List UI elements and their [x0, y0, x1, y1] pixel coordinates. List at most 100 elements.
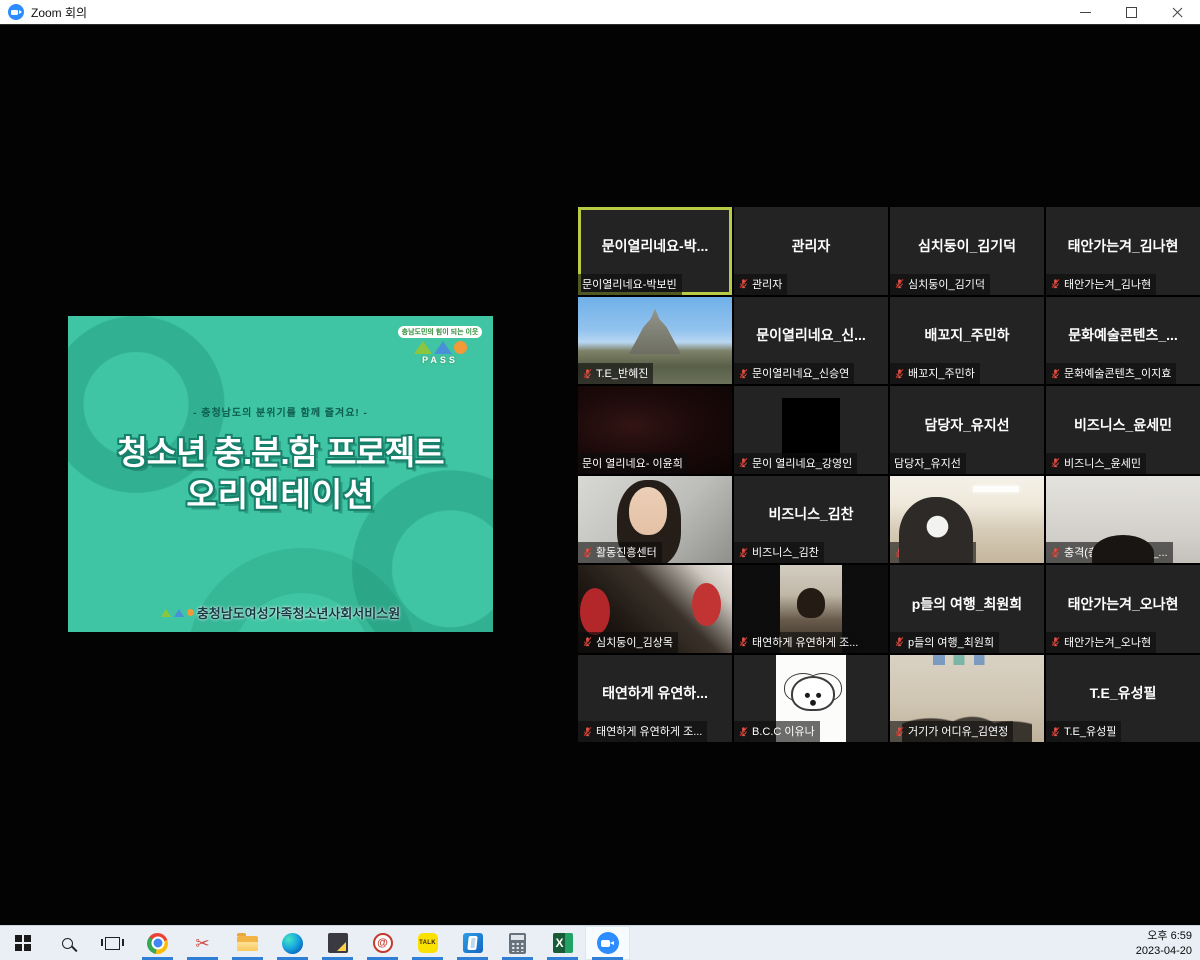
participant-tile[interactable]: 관리자관리자	[734, 207, 888, 295]
participant-center-name: 비즈니스_윤세민	[1050, 415, 1196, 435]
slide-footer: 충청남도여성가족청소년사회서비스원	[68, 603, 493, 622]
taskbar-item-capture-tool[interactable]	[180, 926, 225, 960]
muted-mic-icon	[738, 368, 749, 379]
taskbar-item-mail[interactable]	[360, 926, 405, 960]
participant-tile[interactable]: 태연하게 유연하... 태연하게 유연하게 조...	[578, 655, 732, 743]
participant-tile[interactable]: 문화예술콘텐츠_...문화예술콘텐츠_이지효	[1046, 297, 1200, 385]
participant-tile-video[interactable]: 태연하게 유연하게 조...	[734, 565, 888, 653]
participant-name-label: 담당자_유지선	[890, 453, 966, 474]
participant-tile-video[interactable]: 문이 열리네요_강영인	[734, 386, 888, 474]
participant-tile[interactable]: p들의 여행_최원희p들의 여행_최원희	[890, 565, 1044, 653]
participant-name-label: p들의 여행_최원희	[890, 632, 999, 653]
participant-name-label: 문이열리네요_신승연	[734, 363, 854, 384]
participant-name-label: 충격(충청남도의격)_...	[1046, 542, 1173, 563]
minimize-icon[interactable]	[1062, 0, 1108, 25]
pass-wordmark: PASS	[394, 355, 486, 365]
participant-name-label: 심치둥이_김기덕	[890, 274, 990, 295]
participant-center-name: 관리자	[738, 236, 884, 256]
taskbar-item-calculator[interactable]	[495, 926, 540, 960]
participant-name-text: 충격(충청남도의격)_...	[1064, 544, 1168, 560]
participant-tile[interactable]: 비즈니스_김찬비즈니스_김찬	[734, 476, 888, 564]
participant-name-text: 문이 열리네요- 이윤희	[582, 455, 683, 471]
window-title: Zoom 회의	[31, 4, 87, 21]
participant-tile[interactable]: 담당자_유지선담당자_유지선	[890, 386, 1044, 474]
participant-name-label: 태안가는겨_오나현	[1046, 632, 1156, 653]
muted-mic-icon	[582, 726, 593, 737]
participant-name-label: 비즈니스_윤세민	[1046, 453, 1146, 474]
muted-mic-icon	[1050, 726, 1061, 737]
chrome-icon	[147, 933, 168, 954]
calculator-icon	[509, 933, 526, 954]
participant-name-text: 활동진흥센터	[596, 544, 657, 560]
taskbar-clock[interactable]: 오후 6:59 2023-04-20	[1136, 929, 1192, 959]
participant-center-name: 태연하게 유연하...	[582, 683, 728, 703]
muted-mic-icon	[894, 726, 905, 737]
participant-name-text: 배꼬지_주민하	[908, 365, 975, 381]
participant-tile-video[interactable]: B.C.C 오채린	[890, 476, 1044, 564]
participant-name-label: 태연하게 유연하게 조...	[578, 721, 707, 742]
taskbar-item-chrome[interactable]	[135, 926, 180, 960]
participant-tile-video[interactable]: 심치둥이_김상목	[578, 565, 732, 653]
maximize-icon[interactable]	[1108, 0, 1154, 25]
participant-tile[interactable]: 문이열리네요-박...문이열리네요-박보빈	[578, 207, 732, 295]
participant-tile[interactable]: 배꼬지_주민하배꼬지_주민하	[890, 297, 1044, 385]
search-icon	[62, 938, 73, 949]
muted-mic-icon	[1050, 368, 1061, 379]
slide-title-line1: 청소년 충.분.함 프로젝트	[68, 426, 493, 474]
participant-tile[interactable]: 태안가는겨_김나현태안가는겨_김나현	[1046, 207, 1200, 295]
participant-tile-video[interactable]: 충격(충청남도의격)_...	[1046, 476, 1200, 564]
taskbar-item-kakaotalk[interactable]	[405, 926, 450, 960]
participant-center-name: 문이열리네요_신...	[738, 325, 884, 345]
participant-center-name: T.E_유성필	[1050, 683, 1196, 703]
shared-presentation-slide: 충남도민의 힘이 되는 이웃 PASS - 충청남도의 분위기를 함께 즐겨요!…	[68, 316, 493, 632]
participant-name-text: 문이 열리네요_강영인	[752, 455, 852, 471]
mail-icon	[373, 933, 393, 953]
participant-name-text: 비즈니스_윤세민	[1064, 455, 1141, 471]
participant-tile-video[interactable]: T.E_반혜진	[578, 297, 732, 385]
participant-tile-video[interactable]: 문이 열리네요- 이윤희	[578, 386, 732, 474]
muted-mic-icon	[582, 547, 593, 558]
taskbar-item-file-explorer[interactable]	[225, 926, 270, 960]
meeting-content-area: 충남도민의 힘이 되는 이웃 PASS - 충청남도의 분위기를 함께 즐겨요!…	[0, 25, 1200, 925]
participant-tile[interactable]: 문이열리네요_신... 문이열리네요_신승연	[734, 297, 888, 385]
muted-mic-icon	[1050, 278, 1061, 289]
excel-icon	[553, 933, 573, 953]
participant-name-text: 관리자	[752, 276, 782, 292]
pass-mountains-icon	[394, 341, 486, 354]
muted-mic-icon	[894, 547, 905, 558]
participant-name-label: 배꼬지_주민하	[890, 363, 980, 384]
taskbar-item-zoom-task[interactable]	[585, 926, 630, 960]
participant-tile-video[interactable]: 거기가 어디유_김연정	[890, 655, 1044, 743]
slide-title-line2: 오리엔테이션	[68, 468, 493, 516]
taskbar-item-start[interactable]	[0, 926, 45, 960]
file-explorer-icon	[237, 936, 258, 951]
task-view-icon	[105, 937, 120, 950]
participant-center-name: 심치둥이_김기덕	[894, 236, 1040, 256]
taskbar-item-edge[interactable]	[270, 926, 315, 960]
participant-name-text: 태안가는겨_김나현	[1064, 276, 1151, 292]
participant-tile[interactable]: 심치둥이_김기덕심치둥이_김기덕	[890, 207, 1044, 295]
participant-tile[interactable]: 비즈니스_윤세민비즈니스_윤세민	[1046, 386, 1200, 474]
muted-mic-icon	[738, 278, 749, 289]
taskbar-item-task-view[interactable]	[90, 926, 135, 960]
participant-name-label: 거기가 어디유_김연정	[890, 721, 1013, 742]
participant-tile[interactable]: 태안가는겨_오나현태안가는겨_오나현	[1046, 565, 1200, 653]
participant-name-text: B.C.C 이유나	[752, 723, 815, 739]
participant-name-label: T.E_유성필	[1046, 721, 1121, 742]
participant-tile[interactable]: T.E_유성필 T.E_유성필	[1046, 655, 1200, 743]
close-icon[interactable]	[1154, 0, 1200, 25]
participant-name-text: T.E_반혜진	[596, 365, 648, 381]
participant-center-name: 배꼬지_주민하	[894, 325, 1040, 345]
capture-tool-icon	[195, 935, 209, 952]
participant-tile-video[interactable]: 활동진흥센터	[578, 476, 732, 564]
taskbar-item-blue-book[interactable]	[450, 926, 495, 960]
taskbar-item-photos[interactable]	[315, 926, 360, 960]
participant-tile-video[interactable]: B.C.C 이유나	[734, 655, 888, 743]
badge-slogan: 충남도민의 힘이 되는 이웃	[398, 326, 483, 338]
edge-icon	[282, 933, 303, 954]
participant-name-label: 태연하게 유연하게 조...	[734, 632, 863, 653]
taskbar-item-excel[interactable]	[540, 926, 585, 960]
participant-center-name: 문화예술콘텐츠_...	[1050, 325, 1196, 345]
taskbar-item-search[interactable]	[45, 926, 90, 960]
participant-name-text: p들의 여행_최원희	[908, 634, 994, 650]
